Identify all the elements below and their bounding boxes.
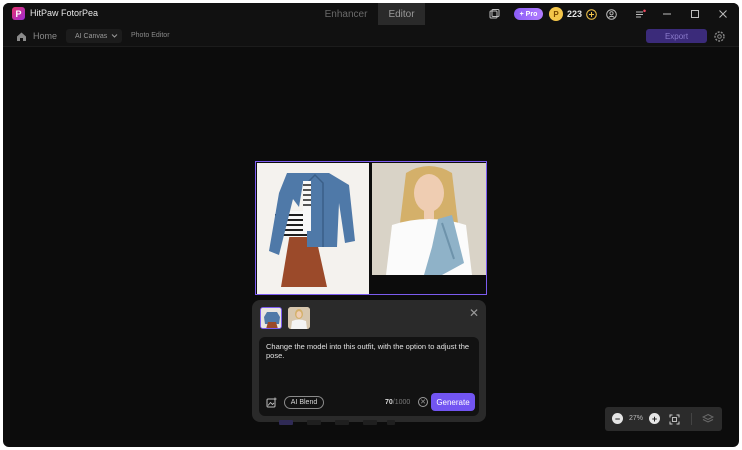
character-counter: 70/1000 bbox=[385, 399, 410, 406]
reference-thumbnail-model[interactable] bbox=[288, 307, 310, 329]
home-icon[interactable] bbox=[15, 30, 27, 42]
coin-icon: P bbox=[549, 7, 563, 21]
character-limit: /1000 bbox=[392, 399, 411, 406]
chevron-down-icon bbox=[111, 32, 118, 41]
prompt-panel: ✕ Change the model into this outfit, wit… bbox=[252, 300, 486, 422]
layers-icon[interactable] bbox=[702, 413, 714, 425]
settings-gear-icon[interactable] bbox=[712, 29, 726, 43]
tab-enhancer[interactable]: Enhancer bbox=[315, 3, 377, 25]
mode-select[interactable]: AI Canvas bbox=[66, 29, 122, 43]
title-bar: P HitPaw FotorPea Enhancer Editor + Pro … bbox=[3, 3, 739, 25]
zoom-divider bbox=[691, 413, 692, 425]
clear-prompt-icon[interactable]: ✕ bbox=[418, 397, 428, 407]
upgrade-pro-button[interactable]: + Pro bbox=[514, 8, 543, 20]
dock-item[interactable] bbox=[335, 420, 349, 425]
ai-blend-toggle[interactable]: AI Blend bbox=[284, 396, 324, 409]
outfit-image[interactable] bbox=[257, 163, 369, 294]
dock-item[interactable] bbox=[387, 420, 395, 425]
account-icon[interactable] bbox=[605, 8, 617, 20]
credits-count: 223 bbox=[567, 9, 583, 19]
close-icon[interactable] bbox=[717, 8, 729, 20]
app-logo-icon: P bbox=[12, 7, 25, 20]
reference-thumbnail-outfit[interactable] bbox=[260, 307, 282, 329]
tab-editor[interactable]: Editor bbox=[378, 3, 425, 25]
photo-editor-link[interactable]: Photo Editor bbox=[131, 32, 170, 39]
zoom-level: 27% bbox=[629, 415, 644, 422]
character-count: 70 bbox=[385, 399, 393, 406]
prompt-input[interactable]: Change the model into this outfit, with … bbox=[259, 337, 479, 416]
minimize-icon[interactable] bbox=[661, 8, 673, 20]
dock-item[interactable] bbox=[307, 420, 321, 425]
add-image-icon[interactable] bbox=[265, 396, 277, 408]
generate-button[interactable]: Generate bbox=[431, 393, 475, 411]
export-button[interactable]: Export bbox=[646, 29, 707, 43]
zoom-in-button[interactable]: + bbox=[649, 413, 660, 424]
zoom-out-button[interactable]: − bbox=[612, 413, 623, 424]
add-credits-icon[interactable] bbox=[585, 8, 597, 20]
app-window: P HitPaw FotorPea Enhancer Editor + Pro … bbox=[3, 3, 739, 447]
maximize-icon[interactable] bbox=[689, 8, 701, 20]
tool-dock bbox=[279, 420, 399, 426]
zoom-controls: − 27% + bbox=[605, 407, 722, 431]
mode-select-value: AI Canvas bbox=[75, 32, 108, 40]
canvas-selection[interactable] bbox=[255, 161, 487, 295]
model-image[interactable] bbox=[372, 163, 486, 275]
close-panel-button[interactable]: ✕ bbox=[468, 306, 480, 320]
menu-icon[interactable] bbox=[634, 8, 646, 20]
home-link[interactable]: Home bbox=[33, 31, 57, 41]
toolbar: Home AI Canvas Photo Editor Export bbox=[3, 25, 739, 47]
fit-screen-icon[interactable] bbox=[668, 413, 680, 425]
dock-item[interactable] bbox=[363, 420, 377, 425]
prompt-text[interactable]: Change the model into this outfit, with … bbox=[266, 342, 471, 360]
history-icon[interactable] bbox=[488, 8, 500, 20]
dock-item[interactable] bbox=[279, 420, 293, 425]
app-title: HitPaw FotorPea bbox=[30, 8, 99, 18]
